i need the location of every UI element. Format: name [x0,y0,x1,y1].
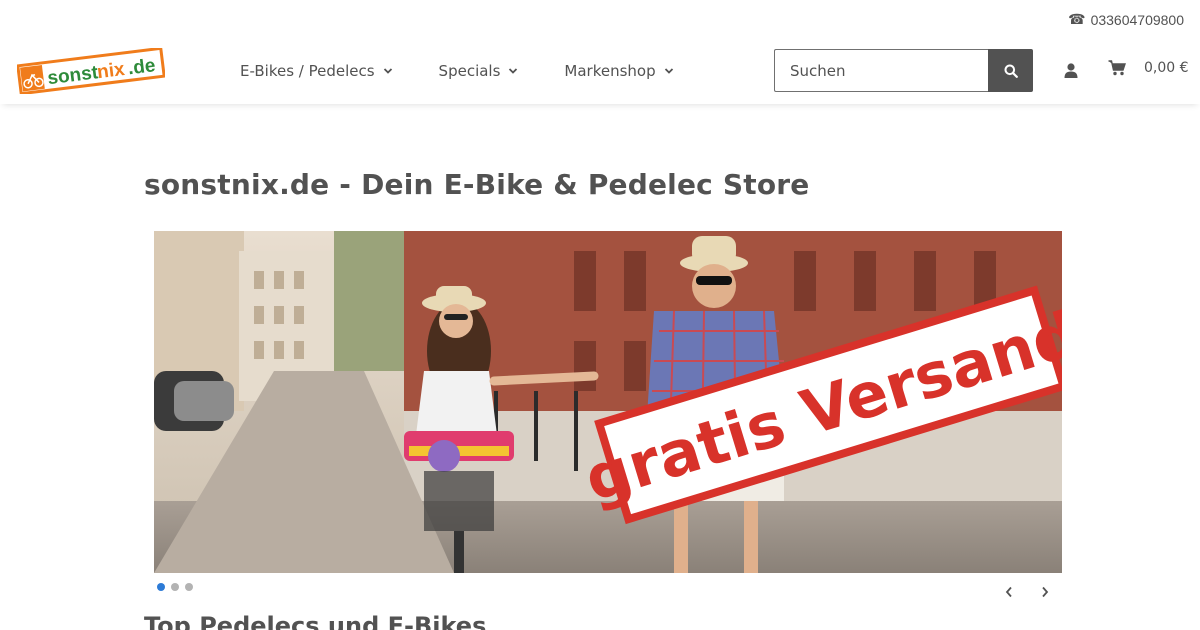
site-logo[interactable]: sonst nix .de [16,46,166,96]
main-nav: E-Bikes / Pedelecs Specials Markenshop [240,38,720,104]
site-header: sonst nix .de E-Bikes / Pedelecs Special… [0,38,1200,104]
page-title: sonstnix.de - Dein E-Bike & Pedelec Stor… [144,168,810,201]
chevron-down-icon [664,68,673,74]
cart-total: 0,00 € [1144,60,1189,76]
chevron-down-icon [509,68,518,74]
slider-dot[interactable] [185,583,193,591]
svg-text:.de: .de [127,55,157,79]
search-form [774,49,1033,92]
chevron-left-icon [1005,586,1012,598]
svg-text:nix: nix [96,59,126,83]
nav-item-ebikes[interactable]: E-Bikes / Pedelecs [240,62,393,80]
slider-arrows [1003,585,1051,599]
chevron-right-icon [1042,586,1049,598]
top-bar: ☎ 033604709800 [0,0,1200,38]
phone-icon: ☎ [1068,11,1086,27]
slider-dot[interactable] [157,583,165,591]
nav-item-markenshop[interactable]: Markenshop [564,62,673,80]
search-input[interactable] [774,49,988,92]
phone-number: 033604709800 [1090,11,1184,28]
nav-item-label: Markenshop [564,62,656,80]
search-button[interactable] [988,49,1033,92]
slider-dot[interactable] [171,583,179,591]
nav-item-label: Specials [438,62,501,80]
hero-slider[interactable]: gratis Versand [154,231,1062,573]
user-icon [1064,63,1078,78]
nav-item-label: E-Bikes / Pedelecs [240,62,375,80]
cart-icon [1108,60,1126,76]
slider-dots [157,583,193,591]
slider-next-button[interactable] [1039,585,1051,599]
chevron-down-icon [383,68,392,74]
cart-button[interactable]: 0,00 € [1108,60,1189,76]
search-icon [1004,64,1018,78]
slider-prev-button[interactable] [1003,585,1015,599]
nav-item-specials[interactable]: Specials [439,62,519,80]
account-button[interactable] [1062,62,1080,80]
phone-contact[interactable]: ☎ 033604709800 [1068,11,1184,28]
hero-slide-image: gratis Versand [154,231,1062,573]
section-heading: Top Pedelecs und E-Bikes [144,612,487,630]
